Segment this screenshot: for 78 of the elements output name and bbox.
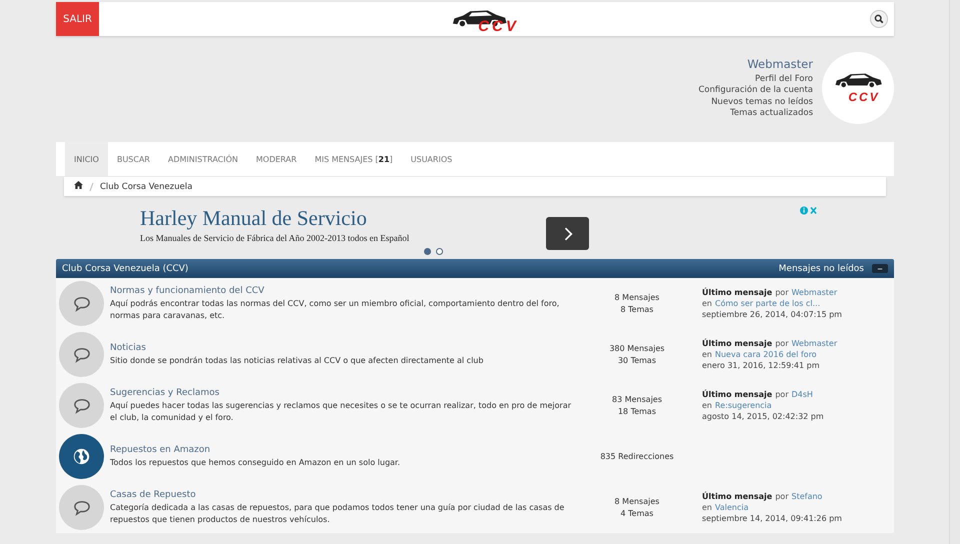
board-title-link[interactable]: Casas de Repuesto (110, 490, 572, 500)
board-stat: 380 Mensajes (608, 343, 666, 354)
post-date: septiembre 14, 2014, 09:41:26 pm (702, 513, 843, 524)
site-logo[interactable]: CCV (450, 4, 519, 34)
in-text: en (702, 503, 712, 512)
collapse-button[interactable]: − (872, 264, 888, 273)
category-title: Club Corsa Venezuela (CCV) (62, 264, 188, 274)
user-menu-link[interactable]: Temas actualizados (730, 108, 813, 120)
home-icon[interactable] (74, 181, 83, 192)
board-stat: 8 Mensajes (614, 292, 660, 304)
topic-link[interactable]: Nueva cara 2016 del foro (715, 350, 817, 359)
nav-tab[interactable]: ADMINISTRACIÓN (159, 142, 247, 176)
board-stat: 83 Mensajes (611, 394, 663, 406)
in-text: en (702, 299, 712, 308)
post-date: enero 31, 2016, 12:59:41 pm (702, 360, 821, 371)
unread-link[interactable]: Mensajes no leídos (778, 264, 864, 274)
logo-text: CCV (478, 20, 519, 34)
logout-button[interactable]: SALIR (56, 2, 99, 36)
board-description: Categoría dedicada a las casas de repuestos, para que podamos todos tener una guía por ciudad de las casas de repuestos que tienen productos de nuestros vehículos. (110, 502, 566, 526)
last-post-label: Último mensaje (702, 288, 772, 297)
in-text: en (702, 350, 712, 359)
chevron-right-icon (562, 226, 572, 240)
in-text: en (702, 401, 712, 410)
next-button[interactable] (546, 217, 589, 250)
nav-tab[interactable]: USUARIOS (402, 142, 462, 176)
board-stat: 18 Temas (616, 406, 658, 417)
logo-text: CCV (848, 90, 880, 104)
board-description: Todos los repuestos que hemos conseguido en Amazon en un solo lugar. (110, 456, 402, 468)
author-link[interactable]: Webmaster (791, 339, 838, 348)
user-menu-link[interactable]: Nuevos temas no leídos (711, 96, 813, 108)
board-stat: 30 Temas (616, 354, 658, 366)
board-description: Sitio donde se pondrán todas las noticias relativas al CCV o que afecten directamente al club (110, 354, 484, 366)
user-menu-link[interactable]: Perfil del Foro (755, 74, 813, 85)
author-link[interactable]: D4sH (791, 390, 813, 399)
speech-bubble-icon (59, 383, 104, 428)
search-button[interactable] (870, 10, 888, 28)
post-date: agosto 14, 2015, 02:42:32 pm (702, 411, 825, 422)
by-text: por (775, 492, 788, 501)
slide-dot[interactable] (424, 248, 430, 255)
globe-icon (59, 434, 104, 479)
post-date: septiembre 26, 2014, 04:07:15 pm (702, 309, 843, 320)
author-link[interactable]: Stefano (791, 492, 822, 501)
board-stat: 4 Temas (620, 508, 654, 519)
board-stat: 835 Redirecciones (599, 450, 675, 462)
by-text: por (775, 339, 788, 348)
speech-bubble-icon (59, 485, 104, 530)
car-icon (833, 72, 883, 89)
by-text: por (775, 288, 788, 297)
board-title-link[interactable]: Repuestos en Amazon (110, 444, 572, 454)
ad-subtitle: Los Manuales de Servicio de Fábrica del Año 2002-2013 todos en Español (140, 233, 410, 243)
user-menu-link[interactable]: Configuración de la cuenta (698, 85, 813, 96)
speech-bubble-icon (59, 281, 104, 326)
ad-title[interactable]: Harley Manual de Servicio (140, 206, 546, 230)
board-title-link[interactable]: Sugerencias y Reclamos (110, 388, 572, 398)
topic-link[interactable]: Cómo ser parte de los cl... (715, 299, 820, 308)
board-description: Aquí podrás encontrar todas las normas del CCV, como ser un miembro oficial, comportamiento dentro del foro, normas para caravanas, etc. (110, 298, 560, 322)
by-text: por (775, 390, 788, 399)
author-link[interactable]: Webmaster (791, 288, 838, 297)
last-post-label: Último mensaje (702, 339, 772, 348)
search-icon (874, 14, 884, 24)
board-stat: 8 Mensajes (614, 496, 660, 508)
topic-link[interactable]: Valencia (715, 503, 748, 512)
board-description: Aquí puedes hacer todas las sugerencias y reclamos que necesites o se te ocurran realizar, todo en pro de mejorar el club, la comunidad y el foro. (110, 400, 572, 424)
board-title-link[interactable]: Noticias (110, 342, 572, 352)
nav-tab[interactable]: BUSCAR (108, 142, 159, 176)
ad-info-icon[interactable] (800, 206, 818, 215)
speech-bubble-icon (59, 332, 104, 377)
last-post-label: Último mensaje (702, 390, 772, 399)
nav-tab[interactable]: INICIO (65, 142, 108, 176)
slide-dot[interactable] (436, 248, 442, 255)
breadcrumb-link[interactable]: Club Corsa Venezuela (100, 182, 192, 192)
nav-tab[interactable]: MODERAR (247, 142, 306, 176)
username-link[interactable]: Webmaster (747, 56, 813, 70)
nav-tab[interactable]: MIS MENSAJES [21] (306, 142, 402, 176)
board-title-link[interactable]: Normas y funcionamiento del CCV (110, 286, 572, 296)
topic-link[interactable]: Re:sugerencia (715, 401, 772, 410)
board-stat: 8 Temas (620, 304, 654, 315)
last-post-label: Último mensaje (702, 492, 772, 501)
